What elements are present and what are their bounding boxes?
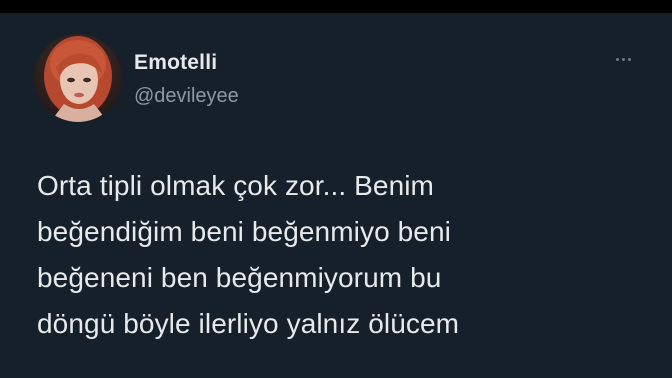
ellipsis-icon-dot	[621, 57, 625, 61]
tweet-text-line: döngü böyle ilerliyo yalnız ölücem	[37, 308, 460, 339]
ellipsis-icon-dot	[615, 57, 619, 61]
more-options-button[interactable]	[606, 49, 640, 69]
status-bar-strip	[0, 0, 672, 13]
tweet-card: Emotelli @devileyee Orta tipli olmak çok…	[0, 13, 672, 378]
avatar[interactable]	[34, 34, 122, 122]
avatar-photo-icon	[34, 34, 122, 122]
tweet-text-line: Orta tipli olmak çok zor... Benim	[37, 170, 434, 201]
tweet-text-line: beğeneni ben beğenmiyorum bu	[37, 262, 442, 293]
author-handle[interactable]: @devileyee	[134, 85, 239, 108]
tweet-text: Orta tipli olmak çok zor... Benim beğend…	[37, 163, 637, 347]
tweet-text-line: beğendiğim beni beğenmiyo beni	[37, 216, 451, 247]
author-display-name[interactable]: Emotelli	[134, 51, 217, 75]
ellipsis-icon-dot	[627, 57, 631, 61]
